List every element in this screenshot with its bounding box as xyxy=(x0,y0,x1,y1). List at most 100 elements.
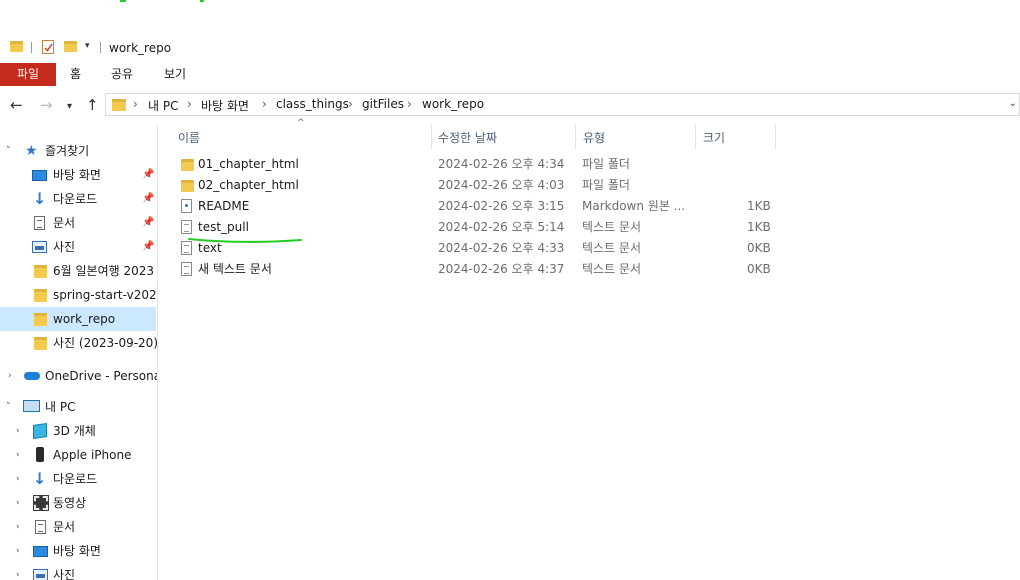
sidebar-item-this-pc[interactable]: ˅ 내 PC xyxy=(0,395,157,419)
column-header-name[interactable]: 이름 xyxy=(178,129,200,146)
folder-icon xyxy=(34,313,47,326)
file-row[interactable]: README 2024-02-26 오후 3:15 Markdown 원본 ..… xyxy=(175,196,775,217)
column-divider[interactable] xyxy=(695,124,696,150)
title-bar: ▾ work_repo xyxy=(0,36,1020,62)
sidebar-item-downloads[interactable]: ↓ 다운로드 📌 xyxy=(0,187,157,211)
sidebar-item-pc-desktop[interactable]: › 바탕 화면 xyxy=(0,539,157,563)
file-size: 0KB xyxy=(747,262,771,276)
column-header-type[interactable]: 유형 xyxy=(583,129,605,146)
sidebar-item-label: 내 PC xyxy=(45,400,76,414)
text-file-icon xyxy=(181,262,192,276)
file-row[interactable]: 01_chapter_html 2024-02-26 오후 4:34 파일 폴더 xyxy=(175,154,775,175)
sidebar-item-label: Apple iPhone xyxy=(53,448,132,462)
sidebar-item-onedrive[interactable]: › OneDrive - Personal xyxy=(0,364,157,388)
arrow-up-icon[interactable]: ↑ xyxy=(86,96,99,114)
chevron-right-icon[interactable]: › xyxy=(16,467,20,491)
sidebar-item-label: 바탕 화면 xyxy=(53,168,101,182)
chevron-right-icon[interactable]: › xyxy=(16,515,20,539)
sidebar-item-quick-access[interactable]: ˅ ★ 즐겨찾기 xyxy=(0,139,157,163)
column-divider[interactable] xyxy=(575,124,576,150)
folder-icon xyxy=(34,265,47,278)
file-name: 01_chapter_html xyxy=(198,157,299,171)
file-modified: 2024-02-26 오후 4:03 xyxy=(438,178,565,192)
column-divider[interactable] xyxy=(775,124,776,150)
sidebar-item-pc-downloads[interactable]: › ↓ 다운로드 xyxy=(0,467,157,491)
arrow-right-icon[interactable]: → xyxy=(40,96,53,114)
tab-home[interactable]: 홈 xyxy=(70,63,81,86)
properties-icon[interactable] xyxy=(42,40,54,54)
sidebar-item-label: 문서 xyxy=(53,520,76,534)
folder-icon xyxy=(34,337,47,350)
breadcrumb-desktop[interactable]: 바탕 화면 xyxy=(201,97,249,114)
sidebar-item-label: 동영상 xyxy=(53,496,87,510)
sidebar-item-label: 사진 xyxy=(53,568,76,580)
document-icon xyxy=(34,216,45,230)
sidebar-item-spring-start[interactable]: spring-start-v20240 xyxy=(0,283,157,307)
breadcrumb-gitfiles[interactable]: gitFiles xyxy=(362,97,404,111)
file-row[interactable]: 02_chapter_html 2024-02-26 오후 4:03 파일 폴더 xyxy=(175,175,775,196)
file-row[interactable]: test_pull 2024-02-26 오후 5:14 텍스트 문서 1KB xyxy=(175,217,775,238)
sidebar-item-3d-objects[interactable]: › 3D 개체 xyxy=(0,419,157,443)
file-type: 텍스트 문서 xyxy=(582,241,642,255)
column-header-row: 이름 수정한 날짜 유형 크기 xyxy=(170,124,1020,150)
file-modified: 2024-02-26 오후 4:34 xyxy=(438,157,565,171)
sidebar-item-work-repo[interactable]: work_repo xyxy=(0,307,156,331)
chevron-right-icon[interactable]: › xyxy=(16,491,20,515)
column-header-size[interactable]: 크기 xyxy=(703,129,725,146)
desktop-icon xyxy=(32,170,47,181)
divider xyxy=(100,42,101,53)
video-icon xyxy=(33,495,49,511)
folder-icon xyxy=(181,159,194,171)
sidebar-item-apple-iphone[interactable]: › Apple iPhone xyxy=(0,443,157,467)
folder-icon xyxy=(34,289,47,302)
sidebar-item-label: 다운로드 xyxy=(53,192,98,206)
divider xyxy=(31,42,32,53)
column-header-modified[interactable]: 수정한 날짜 xyxy=(438,129,497,146)
chevron-down-icon[interactable]: ▾ xyxy=(67,98,72,116)
star-icon: ★ xyxy=(25,143,38,159)
breadcrumb-this-pc[interactable]: 내 PC xyxy=(148,97,178,114)
sidebar-item-japan-trip[interactable]: 6월 일본여행 2023 xyxy=(0,259,157,283)
breadcrumb-work-repo[interactable]: work_repo xyxy=(422,97,484,111)
file-name: test_pull xyxy=(198,220,249,234)
file-modified: 2024-02-26 오후 5:14 xyxy=(438,220,565,234)
chevron-right-icon[interactable]: › xyxy=(8,364,12,388)
sidebar-item-label: 문서 xyxy=(53,216,76,230)
column-divider[interactable] xyxy=(431,124,432,150)
file-modified: 2024-02-26 오후 3:15 xyxy=(438,199,565,213)
new-folder-icon[interactable] xyxy=(64,41,77,52)
chevron-right-icon[interactable]: › xyxy=(16,443,20,467)
chevron-right-icon[interactable]: › xyxy=(16,419,20,443)
sidebar-item-photos-2023[interactable]: 사진 (2023-09-20) xyxy=(0,331,157,355)
arrow-left-icon[interactable]: ← xyxy=(10,96,23,114)
sidebar-item-pictures[interactable]: 사진 📌 xyxy=(0,235,157,259)
chevron-down-icon[interactable]: ⌄ xyxy=(1009,98,1017,109)
sidebar-item-label: work_repo xyxy=(53,312,116,326)
folder-icon xyxy=(10,41,23,52)
chevron-right-icon[interactable]: › xyxy=(16,563,20,580)
sidebar-item-label: 바탕 화면 xyxy=(53,544,101,558)
sidebar-item-label: 사진 (2023-09-20) xyxy=(53,336,157,350)
file-name: 02_chapter_html xyxy=(198,178,299,192)
breadcrumb-class-things[interactable]: class_things xyxy=(276,97,349,111)
breadcrumb-separator: › xyxy=(262,97,267,111)
chevron-down-icon[interactable]: ˅ xyxy=(6,139,11,163)
pin-icon: 📌 xyxy=(142,193,155,204)
file-row[interactable]: 새 텍스트 문서 2024-02-26 오후 4:37 텍스트 문서 0KB xyxy=(175,259,775,280)
file-size: 1KB xyxy=(747,220,771,234)
customize-toolbar-icon[interactable]: ▾ xyxy=(85,41,90,51)
sidebar-item-desktop[interactable]: 바탕 화면 📌 xyxy=(0,163,157,187)
sidebar-item-documents[interactable]: 문서 📌 xyxy=(0,211,157,235)
tab-share[interactable]: 공유 xyxy=(111,63,133,86)
sidebar-item-pc-pictures[interactable]: › 사진 xyxy=(0,563,157,580)
tab-file[interactable]: 파일 xyxy=(0,63,56,86)
sidebar-item-pc-documents[interactable]: › 문서 xyxy=(0,515,157,539)
chevron-down-icon[interactable]: ˅ xyxy=(6,395,11,419)
sidebar-item-label: 다운로드 xyxy=(53,472,98,486)
tab-view[interactable]: 보기 xyxy=(164,63,186,86)
chevron-right-icon[interactable]: › xyxy=(16,539,20,563)
file-size: 0KB xyxy=(747,241,771,255)
sidebar-item-videos[interactable]: › 동영상 xyxy=(0,491,157,515)
breadcrumb-separator: › xyxy=(407,97,412,111)
address-bar[interactable]: › 내 PC › 바탕 화면 › class_things › gitFiles… xyxy=(105,93,1020,116)
